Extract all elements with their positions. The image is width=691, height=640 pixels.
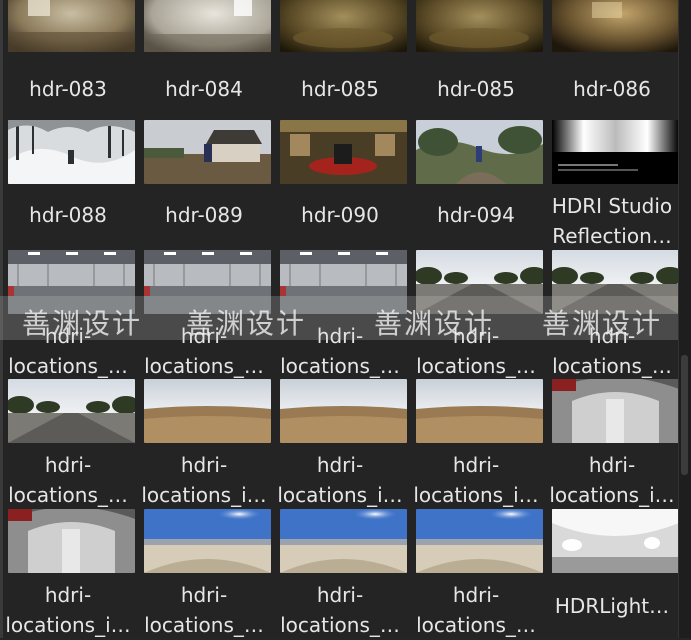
asset-label: hdri- locations_i…: [549, 453, 675, 507]
asset-tile[interactable]: hdr-083: [0, 0, 136, 118]
hdri-thumbnail[interactable]: [552, 0, 679, 52]
asset-label: hdr-083: [29, 77, 107, 101]
asset-tile[interactable]: hdri- locations_…: [0, 250, 136, 380]
asset-label: hdri- locations_…: [8, 324, 128, 378]
asset-label: hdri- locations_i…: [141, 453, 267, 507]
asset-tile[interactable]: hdri- locations_…: [136, 250, 272, 380]
asset-label: hdr-085: [437, 77, 515, 101]
asset-tile[interactable]: hdr-084: [136, 0, 272, 118]
asset-label: hdri- locations_…: [416, 583, 536, 637]
vertical-scrollbar[interactable]: [678, 0, 691, 638]
asset-label: hdr-086: [573, 77, 651, 101]
hdri-thumbnail[interactable]: [416, 120, 543, 184]
asset-tile[interactable]: hdri- locations_…: [0, 379, 136, 509]
hdri-thumbnail[interactable]: [280, 0, 407, 52]
asset-label: hdri- locations_…: [8, 453, 128, 507]
hdri-thumbnail[interactable]: [416, 250, 543, 314]
hdri-thumbnail[interactable]: [552, 120, 679, 184]
asset-tile[interactable]: hdri- locations_i…: [408, 379, 544, 509]
asset-label: hdri- locations_…: [280, 324, 400, 378]
asset-tile[interactable]: hdri- locations_…: [272, 509, 408, 639]
asset-tile[interactable]: hdri- locations_…: [408, 509, 544, 639]
asset-label: HDRI Studio Reflection…: [551, 194, 673, 248]
hdri-thumbnail[interactable]: [280, 509, 407, 573]
hdri-thumbnail[interactable]: [280, 250, 407, 314]
asset-tile[interactable]: hdri- locations_i…: [0, 509, 136, 639]
hdri-thumbnail[interactable]: [552, 250, 679, 314]
asset-label: hdri- locations_i…: [277, 453, 403, 507]
hdri-thumbnail[interactable]: [280, 379, 407, 443]
asset-tile[interactable]: hdri- locations_i…: [544, 379, 680, 509]
asset-label: hdr-089: [165, 203, 243, 227]
asset-label: hdri- locations_…: [416, 324, 536, 378]
asset-label: hdri- locations_…: [144, 324, 264, 378]
asset-label: hdri- locations_…: [552, 324, 672, 378]
asset-label: hdri- locations_i…: [5, 583, 131, 637]
asset-browser: hdr-083 hdr-084 hdr-085 hdr-085 hdr-086 hdr-0…: [0, 0, 691, 638]
asset-label: hdr-085: [301, 77, 379, 101]
hdri-thumbnail[interactable]: [552, 509, 679, 573]
hdri-thumbnail[interactable]: [144, 250, 271, 314]
asset-label: HDRLight…: [554, 594, 670, 618]
asset-label: hdri- locations_i…: [413, 453, 539, 507]
asset-tile[interactable]: hdr-089: [136, 120, 272, 250]
hdri-thumbnail[interactable]: [8, 0, 135, 52]
asset-tile[interactable]: HDRI Studio Reflection…: [544, 120, 680, 250]
asset-tile[interactable]: hdri- locations_i…: [272, 379, 408, 509]
asset-tile[interactable]: hdri- locations_i…: [136, 379, 272, 509]
asset-tile[interactable]: hdr-090: [272, 120, 408, 250]
asset-tile[interactable]: hdri- locations_…: [272, 250, 408, 380]
hdri-thumbnail[interactable]: [416, 0, 543, 52]
asset-tile[interactable]: hdr-094: [408, 120, 544, 250]
scrollbar-thumb[interactable]: [681, 355, 688, 475]
asset-tile[interactable]: HDRLight…: [544, 509, 680, 639]
hdri-thumbnail[interactable]: [144, 0, 271, 52]
asset-tile[interactable]: hdr-088: [0, 120, 136, 250]
asset-tile[interactable]: hdri- locations_…: [408, 250, 544, 380]
asset-tile[interactable]: hdri- locations_…: [136, 509, 272, 639]
hdri-thumbnail[interactable]: [552, 379, 679, 443]
asset-tile[interactable]: hdr-086: [544, 0, 680, 118]
hdri-thumbnail[interactable]: [8, 509, 135, 573]
hdri-thumbnail[interactable]: [144, 509, 271, 573]
hdri-thumbnail[interactable]: [416, 509, 543, 573]
hdri-thumbnail[interactable]: [8, 250, 135, 314]
hdri-thumbnail[interactable]: [8, 379, 135, 443]
asset-tile[interactable]: hdr-085: [408, 0, 544, 118]
asset-label: hdr-084: [165, 77, 243, 101]
hdri-thumbnail[interactable]: [144, 379, 271, 443]
hdri-thumbnail[interactable]: [144, 120, 271, 184]
hdri-thumbnail[interactable]: [8, 120, 135, 184]
asset-label: hdr-090: [301, 203, 379, 227]
asset-label: hdr-094: [437, 203, 515, 227]
asset-tile[interactable]: hdr-085: [272, 0, 408, 118]
asset-tile[interactable]: hdri- locations_…: [544, 250, 680, 380]
hdri-thumbnail[interactable]: [416, 379, 543, 443]
asset-label: hdr-088: [29, 203, 107, 227]
asset-label: hdri- locations_…: [280, 583, 400, 637]
hdri-thumbnail[interactable]: [280, 120, 407, 184]
asset-label: hdri- locations_…: [144, 583, 264, 637]
